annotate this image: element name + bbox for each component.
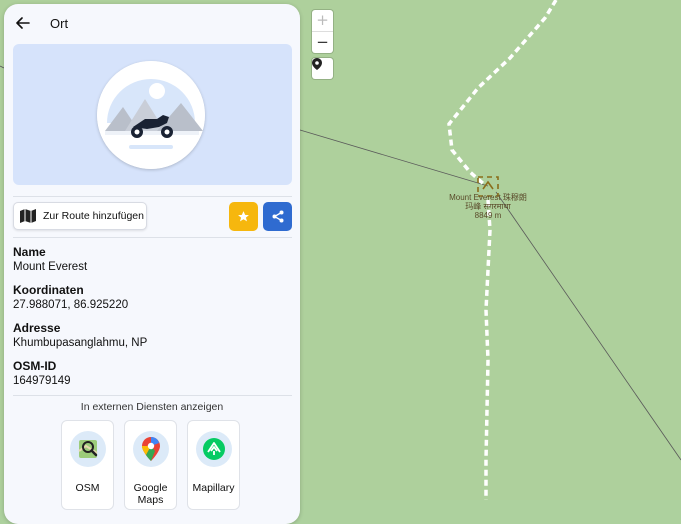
field-value: Khumbupasanglahmu, NP: [13, 337, 148, 349]
zoom-control: + −: [312, 10, 333, 53]
divider: [13, 196, 292, 197]
service-name: Mapillary: [192, 482, 235, 494]
osm-map-icon: [78, 440, 98, 458]
panel-title: Ort: [50, 15, 69, 31]
location-pin-icon: [312, 58, 322, 70]
service-icon-wrap: [70, 431, 106, 467]
peak-label-name: Mount Everest 珠穆朗: [449, 193, 527, 202]
panel-header: Ort: [4, 4, 300, 42]
service-icon-wrap: [133, 431, 169, 467]
field-address: Adresse Khumbupasanglahmu, NP: [13, 321, 147, 349]
divider: [13, 237, 292, 238]
favorite-button[interactable]: [229, 202, 258, 231]
locate-button[interactable]: [312, 58, 333, 79]
google-maps-pin-icon: [142, 437, 160, 461]
trail-path-north: [447, 0, 558, 188]
mapillary-icon: [203, 438, 225, 460]
field-label: OSM-ID: [13, 359, 57, 373]
zoom-out-button[interactable]: −: [312, 32, 333, 53]
placeholder-illustration: [97, 61, 205, 169]
service-mapillary-button[interactable]: Mapillary: [187, 420, 240, 510]
field-value: Mount Everest: [13, 261, 88, 273]
service-icon-wrap: [196, 431, 232, 467]
field-osm-id: OSM-ID 164979149: [13, 359, 71, 387]
place-image: [13, 44, 292, 185]
star-icon: [238, 211, 249, 222]
field-coordinates: Koordinaten 27.988071, 86.925220: [13, 283, 128, 311]
field-label: Koordinaten: [13, 283, 84, 297]
service-google-maps-button[interactable]: Google Maps: [124, 420, 177, 510]
field-name: Name Mount Everest: [13, 245, 87, 273]
peak-label-elevation: 8849 m: [474, 211, 502, 220]
arrow-left-icon: [16, 17, 30, 29]
place-panel: Ort Zur Route hinzufügen Name Mount Ever…: [4, 4, 300, 524]
add-to-route-button[interactable]: Zur Route hinzufügen: [13, 202, 147, 230]
trail-path-south: [484, 199, 492, 500]
service-name: Google Maps: [133, 482, 168, 506]
external-services-title: In externen Diensten anzeigen: [80, 401, 224, 413]
field-value: 164979149: [13, 375, 71, 387]
peak-label: Mount Everest 珠穆朗 玛峰 सगरमाथा 8849 m: [440, 193, 536, 220]
share-button[interactable]: [263, 202, 292, 231]
field-value: 27.988071, 86.925220: [13, 299, 129, 311]
map-route-icon: [20, 209, 36, 223]
service-osm-button[interactable]: OSM: [61, 420, 114, 510]
field-label: Name: [13, 245, 46, 259]
zoom-in-button[interactable]: +: [312, 10, 333, 32]
action-bar: Zur Route hinzufügen: [13, 202, 292, 232]
back-button[interactable]: [16, 14, 34, 32]
service-name: OSM: [75, 482, 100, 494]
field-label: Adresse: [13, 321, 61, 335]
boundary-line-south: [495, 191, 681, 461]
peak-label-local-name: 玛峰 सगरमाथा: [465, 202, 511, 211]
motorcycle-mountain-icon: [97, 61, 205, 169]
share-icon: [272, 210, 283, 223]
divider: [13, 395, 292, 396]
add-to-route-label: Zur Route hinzufügen: [43, 210, 144, 222]
